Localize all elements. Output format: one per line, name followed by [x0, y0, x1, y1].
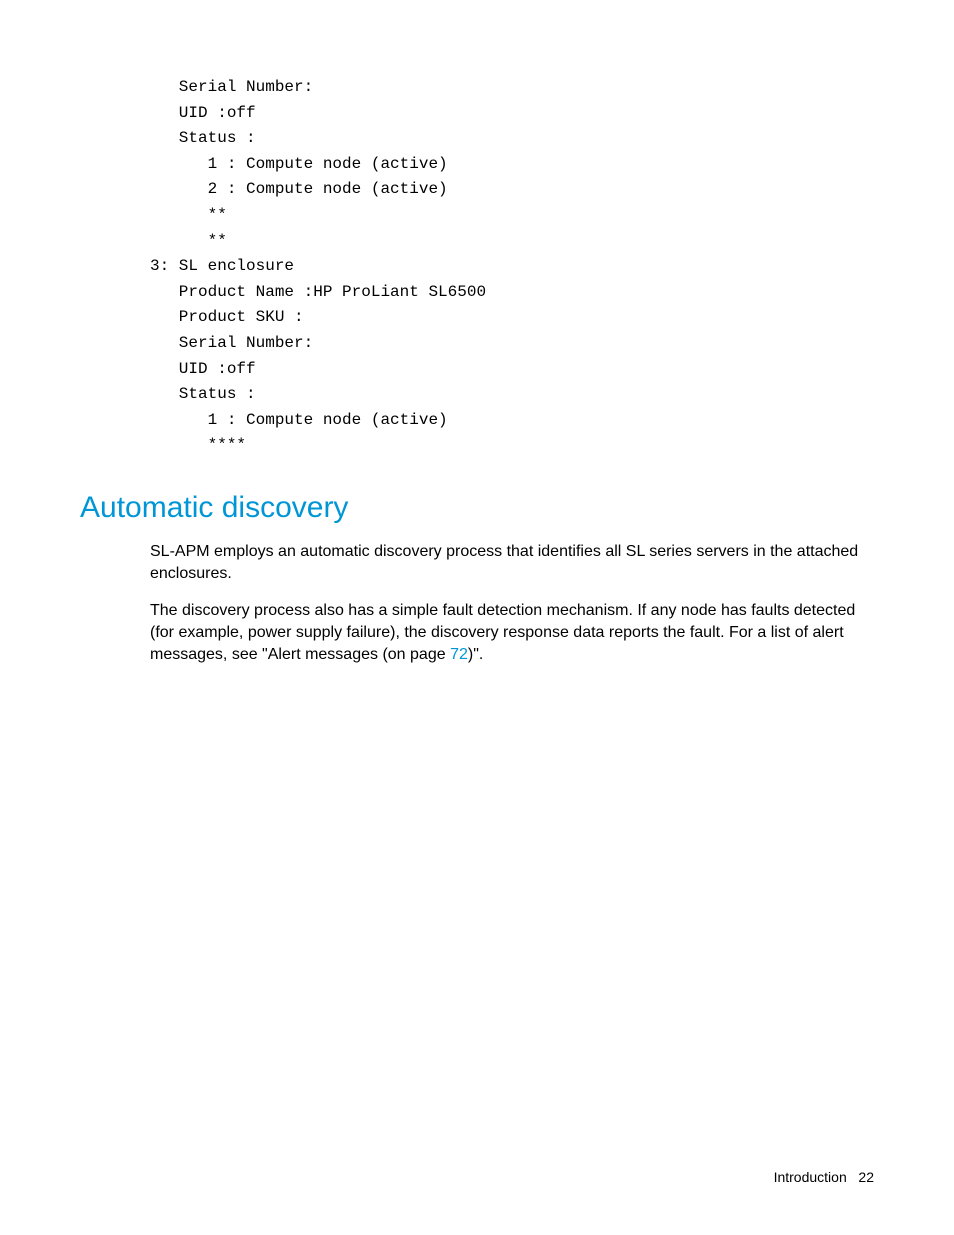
code-line: Status : [150, 385, 256, 403]
code-line: UID :off [150, 360, 256, 378]
code-line: UID :off [150, 104, 256, 122]
code-line: Product Name :HP ProLiant SL6500 [150, 283, 486, 301]
code-line: ** [150, 206, 227, 224]
paragraph-2-text-start: The discovery process also has a simple … [150, 602, 855, 664]
code-line: 3: SL enclosure [150, 257, 294, 275]
code-line: 1 : Compute node (active) [150, 155, 448, 173]
code-line: Serial Number: [150, 334, 313, 352]
footer-page-number: 22 [858, 1169, 874, 1185]
code-line: Status : [150, 129, 256, 147]
footer-section-name: Introduction [774, 1169, 847, 1185]
code-block: Serial Number: UID :off Status : 1 : Com… [150, 75, 874, 459]
code-line: 2 : Compute node (active) [150, 180, 448, 198]
code-line: 1 : Compute node (active) [150, 411, 448, 429]
section-heading: Automatic discovery [80, 491, 874, 525]
paragraph-1: SL-APM employs an automatic discovery pr… [150, 541, 874, 586]
paragraph-2: The discovery process also has a simple … [150, 600, 874, 667]
code-line: **** [150, 436, 246, 454]
paragraph-2-text-end: )". [468, 646, 483, 663]
code-line: Product SKU : [150, 308, 304, 326]
code-line: ** [150, 232, 227, 250]
page-link[interactable]: 72 [450, 646, 468, 663]
page-footer: Introduction 22 [774, 1169, 874, 1185]
code-line: Serial Number: [150, 78, 313, 96]
